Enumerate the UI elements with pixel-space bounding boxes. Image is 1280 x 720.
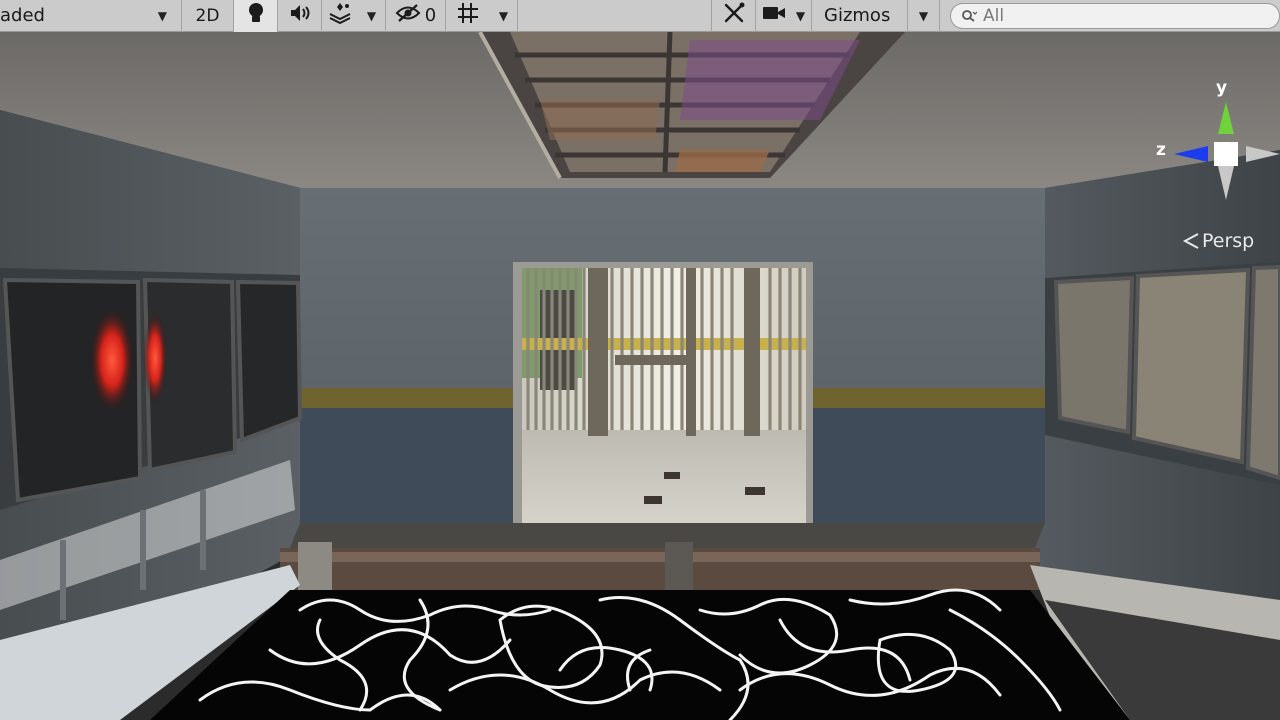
chevron-down-icon: ▼ bbox=[366, 8, 377, 23]
scene-search-field[interactable]: All bbox=[950, 2, 1280, 29]
perspective-icon bbox=[1182, 233, 1199, 249]
effects-toggle-button[interactable] bbox=[322, 0, 358, 32]
scene-render bbox=[0, 32, 1280, 720]
projection-label: Persp bbox=[1202, 230, 1255, 252]
scene-viewport[interactable]: y z Persp bbox=[0, 32, 1280, 720]
grid-toggle-button[interactable] bbox=[446, 0, 490, 32]
grid-dropdown[interactable]: ▼ bbox=[490, 0, 518, 32]
lighting-toggle-button[interactable] bbox=[234, 0, 278, 32]
audio-toggle-button[interactable] bbox=[278, 0, 322, 32]
chevron-down-icon: ▼ bbox=[795, 8, 806, 23]
chevron-down-icon: ▼ bbox=[498, 8, 509, 23]
projection-toggle[interactable]: Persp bbox=[1182, 230, 1254, 252]
axis-y-label: y bbox=[1216, 78, 1228, 98]
search-placeholder: All bbox=[983, 5, 1005, 26]
hidden-objects-icon bbox=[395, 3, 421, 28]
tools-icon bbox=[722, 1, 746, 30]
toggle-2d-button[interactable]: 2D bbox=[182, 0, 234, 32]
axis-gizmo-icon bbox=[1174, 102, 1280, 200]
hidden-objects-toggle[interactable]: 0 bbox=[386, 0, 446, 32]
search-icon bbox=[961, 9, 977, 23]
camera-icon bbox=[762, 4, 786, 27]
light-bulb-icon bbox=[247, 2, 265, 29]
shading-mode-label: aded bbox=[0, 5, 45, 26]
audio-icon bbox=[288, 3, 312, 28]
grid-icon bbox=[456, 1, 480, 30]
toolbar-spacer bbox=[518, 0, 712, 32]
gizmos-dropdown[interactable]: ▼ bbox=[908, 0, 940, 32]
effects-dropdown[interactable]: ▼ bbox=[358, 0, 386, 32]
scene-toolbar: aded ▼ 2D ▼ 0 ▼ ▼ Gizmos ▼ All bbox=[0, 0, 1280, 32]
chevron-down-icon: ▼ bbox=[918, 8, 929, 23]
chevron-down-icon: ▼ bbox=[157, 8, 167, 23]
shading-mode-dropdown[interactable]: aded ▼ bbox=[0, 0, 182, 32]
orientation-gizmo[interactable]: y z bbox=[1150, 76, 1280, 216]
effects-icon bbox=[328, 2, 352, 29]
hidden-count: 0 bbox=[424, 5, 437, 26]
gizmos-button[interactable]: Gizmos bbox=[812, 0, 908, 32]
scene-tools-button[interactable] bbox=[712, 0, 756, 32]
axis-z-label: z bbox=[1156, 140, 1166, 160]
camera-settings-dropdown[interactable]: ▼ bbox=[756, 0, 812, 32]
